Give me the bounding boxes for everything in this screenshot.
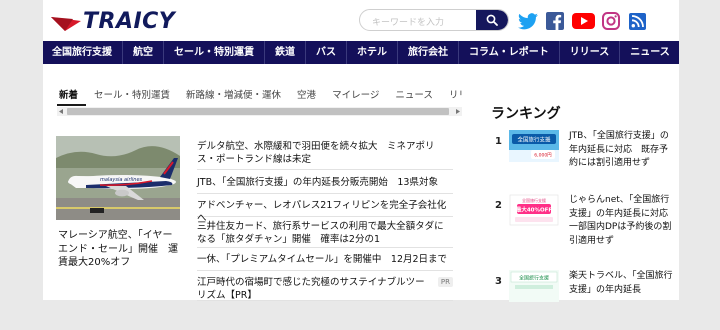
rss-icon[interactable] bbox=[628, 11, 646, 31]
site-logo[interactable]: TRAICY bbox=[51, 8, 176, 34]
logo-mark-icon bbox=[51, 11, 81, 31]
search-input[interactable] bbox=[360, 13, 478, 30]
nav-item-bus[interactable]: バス bbox=[306, 41, 347, 64]
rank-number: 3 bbox=[495, 276, 502, 287]
tab-new-routes[interactable]: 新路線・増減便・運休 bbox=[178, 88, 289, 106]
tabs-scrollbar[interactable] bbox=[57, 107, 462, 116]
facebook-icon[interactable] bbox=[545, 11, 564, 31]
featured-image[interactable]: malaysia airlines bbox=[56, 136, 180, 220]
featured-title[interactable]: マレーシア航空、「イヤーエンド・セール」開催 運賃最大20%オフ bbox=[58, 229, 182, 270]
ranking-title: じゃらんnet、「全国旅行支援」の年内延長に対応 一部国内DPは予約後の割引適用… bbox=[569, 195, 678, 246]
search-box bbox=[359, 9, 509, 31]
scrollbar-thumb[interactable] bbox=[67, 108, 449, 115]
scroll-left-icon[interactable] bbox=[57, 107, 66, 116]
nav-item-column[interactable]: コラム・レポート bbox=[459, 41, 560, 64]
scroll-right-icon[interactable] bbox=[453, 107, 462, 116]
ranking-title: 楽天トラベル、「全国旅行支援」の年内延長 bbox=[569, 271, 673, 295]
instagram-icon[interactable] bbox=[601, 11, 620, 31]
youtube-icon[interactable] bbox=[571, 11, 595, 31]
nav-item-hotel[interactable]: ホテル bbox=[347, 41, 398, 64]
article-item[interactable]: デルタ航空、水際緩和で羽田便を続々拡大 ミネアポリス・ポートランド線は未定 bbox=[197, 136, 453, 170]
tab-airport[interactable]: 空港 bbox=[289, 88, 324, 106]
ranking-heading: ランキング bbox=[491, 106, 561, 122]
tab-mileage[interactable]: マイレージ bbox=[324, 88, 387, 106]
page: TRAICY 全国旅行支援 航空 セール・特別運賃 鉄道 バス ホテル 旅行会社… bbox=[43, 0, 679, 302]
main-nav: 全国旅行支援 航空 セール・特別運賃 鉄道 バス ホテル 旅行会社 コラム・レポ… bbox=[43, 41, 679, 64]
nav-item-zenkoku[interactable]: 全国旅行支援 bbox=[43, 41, 123, 64]
ranking-thumbnail[interactable]: 全国旅行支援 6,000円 bbox=[509, 130, 559, 162]
svg-text:全国旅行支援: 全国旅行支援 bbox=[522, 197, 546, 203]
tab-new[interactable]: 新着 bbox=[57, 88, 87, 106]
ranking-item[interactable]: 3 全国旅行支援 楽天トラベル、「全国旅行支援」の年内延長 bbox=[493, 270, 677, 330]
rank-number: 2 bbox=[495, 200, 502, 211]
tab-sale[interactable]: セール・特別運賃 bbox=[86, 88, 178, 106]
article-item[interactable]: 江戸時代の宿場町で感じた究極のサステイナブルツーリズム【PR】 PR bbox=[197, 271, 453, 301]
svg-text:全国旅行支援: 全国旅行支援 bbox=[517, 136, 551, 144]
nav-item-travel-agency[interactable]: 旅行会社 bbox=[398, 41, 459, 64]
nav-item-sale[interactable]: セール・特別運賃 bbox=[164, 41, 265, 64]
nav-item-news[interactable]: ニュース bbox=[620, 41, 680, 64]
svg-text:6,000円: 6,000円 bbox=[534, 153, 552, 159]
article-item[interactable]: 一休、「プレミアムタイムセール」を開催中 12月2日まで bbox=[197, 248, 453, 271]
nav-item-release[interactable]: リリース bbox=[560, 41, 621, 64]
pr-badge: PR bbox=[437, 277, 453, 287]
ranking-thumbnail[interactable]: 全国旅行支援 最大40%OFF bbox=[509, 194, 559, 226]
ranking-item[interactable]: 2 全国旅行支援 最大40%OFF じゃらんnet、「全国旅行支援」の年内延長に… bbox=[493, 194, 677, 254]
search-button[interactable] bbox=[476, 10, 508, 30]
svg-text:全国旅行支援: 全国旅行支援 bbox=[519, 275, 549, 282]
ranking-title: JTB、「全国旅行支援」の年内延長に対応 既存予約には割引適用せず bbox=[569, 131, 669, 168]
ranking-item[interactable]: 1 全国旅行支援 6,000円 JTB、「全国旅行支援」の年内延長に対応 既存予… bbox=[493, 130, 677, 190]
article-title: 江戸時代の宿場町で感じた究極のサステイナブルツーリズム【PR】 bbox=[197, 277, 425, 301]
rank-number: 1 bbox=[495, 136, 502, 147]
tab-news[interactable]: ニュース bbox=[387, 88, 441, 106]
search-icon bbox=[486, 14, 498, 26]
twitter-icon[interactable] bbox=[518, 11, 538, 31]
article-item[interactable]: アドベンチャー、レオパレス21フィリピンを完全子会社化へ bbox=[197, 194, 453, 224]
svg-text:最大40%OFF: 最大40%OFF bbox=[516, 206, 553, 214]
nav-item-rail[interactable]: 鉄道 bbox=[265, 41, 306, 64]
article-item[interactable]: 三井住友カード、旅行系サービスの利用で最大全額タダになる「旅タダチャン」開催 確… bbox=[197, 217, 453, 248]
logo-text: TRAICY bbox=[83, 8, 176, 34]
svg-text:malaysia airlines: malaysia airlines bbox=[100, 177, 143, 183]
category-tabs: 新着 セール・特別運賃 新路線・増減便・運休 空港 マイレージ ニュース リリー… bbox=[57, 88, 462, 106]
article-list: デルタ航空、水際緩和で羽田便を続々拡大 ミネアポリス・ポートランド線は未定 JT… bbox=[197, 136, 453, 301]
article-item[interactable]: JTB、「全国旅行支援」の年内延長分販売開始 13県対象 bbox=[197, 170, 453, 194]
tab-release[interactable]: リリース bbox=[441, 88, 462, 106]
nav-item-airline[interactable]: 航空 bbox=[123, 41, 164, 64]
ranking-thumbnail[interactable]: 全国旅行支援 bbox=[509, 270, 559, 302]
